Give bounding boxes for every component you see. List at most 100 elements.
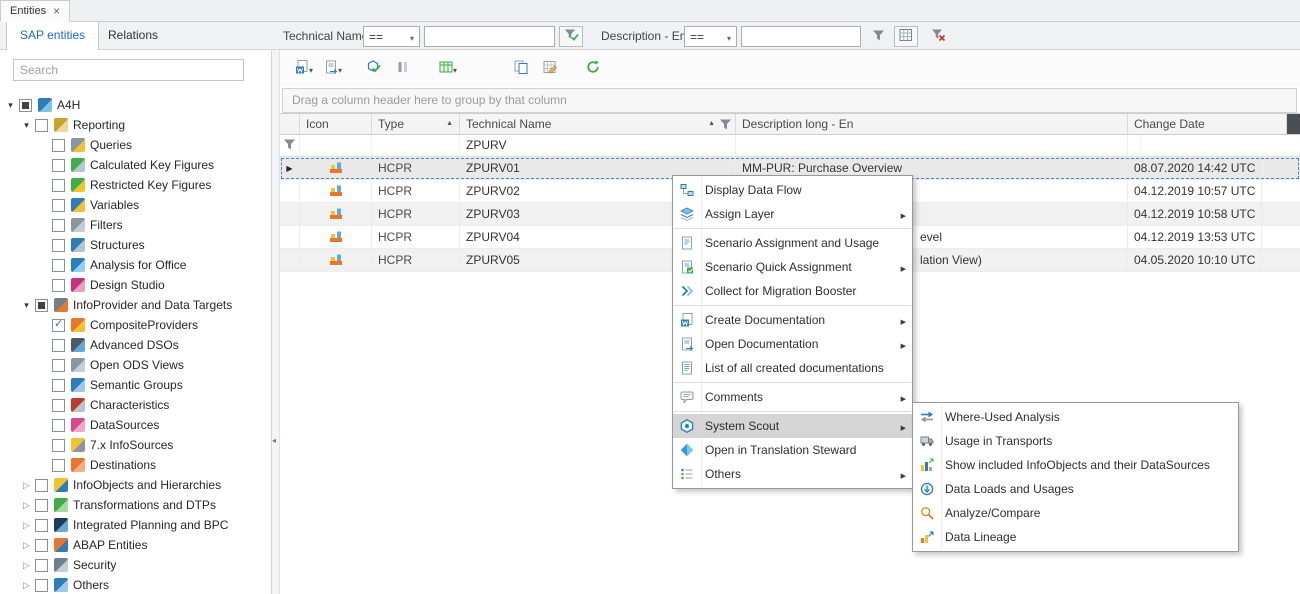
expand-collapse-icon[interactable] bbox=[20, 480, 33, 491]
checkbox[interactable] bbox=[52, 359, 65, 372]
menu-item-data-loads-and-usages[interactable]: Data Loads and Usages bbox=[913, 477, 1238, 501]
export-button[interactable] bbox=[438, 57, 464, 81]
copy-button[interactable] bbox=[513, 57, 539, 81]
tree-item-semantic-groups[interactable]: Semantic Groups bbox=[0, 375, 271, 395]
tree-item-variables[interactable]: Variables bbox=[0, 195, 271, 215]
checkbox[interactable] bbox=[52, 339, 65, 352]
tree-item-integrated-planning-and-bpc[interactable]: Integrated Planning and BPC bbox=[0, 515, 271, 535]
tree-item-queries[interactable]: Queries bbox=[0, 135, 271, 155]
tab-entities[interactable]: Entities × bbox=[0, 0, 70, 22]
column-header-type[interactable]: Type bbox=[372, 114, 460, 134]
column-header-technical-name[interactable]: Technical Name bbox=[460, 114, 736, 134]
checkbox[interactable] bbox=[52, 379, 65, 392]
apply-filter-button[interactable] bbox=[559, 26, 583, 47]
tree-item-7-x-infosources[interactable]: 7.x InfoSources bbox=[0, 435, 271, 455]
checkbox[interactable] bbox=[52, 399, 65, 412]
checkbox[interactable] bbox=[52, 219, 65, 232]
tree-item-restricted-key-figures[interactable]: Restricted Key Figures bbox=[0, 175, 271, 195]
menu-item-scenario-quick-assignment[interactable]: Scenario Quick Assignment bbox=[673, 255, 912, 279]
tree-item-datasources[interactable]: DataSources bbox=[0, 415, 271, 435]
filter-cell-description[interactable] bbox=[736, 135, 1128, 156]
menu-item-open-documentation[interactable]: Open Documentation bbox=[673, 332, 912, 356]
close-icon[interactable]: × bbox=[53, 5, 60, 17]
column-chooser-button[interactable] bbox=[1287, 114, 1300, 134]
tree-item-abap-entities[interactable]: ABAP Entities bbox=[0, 535, 271, 555]
description-operator-select[interactable]: == bbox=[684, 26, 737, 47]
checkbox[interactable] bbox=[52, 419, 65, 432]
tree-item-reporting[interactable]: Reporting bbox=[0, 115, 271, 135]
checkbox[interactable] bbox=[35, 559, 48, 572]
tree-item-transformations-and-dtps[interactable]: Transformations and DTPs bbox=[0, 495, 271, 515]
clear-filter-button[interactable] bbox=[926, 26, 950, 47]
expand-collapse-icon[interactable] bbox=[20, 300, 33, 311]
menu-item-system-scout[interactable]: System Scout bbox=[673, 414, 912, 438]
checkbox[interactable] bbox=[52, 459, 65, 472]
menu-item-data-lineage[interactable]: Data Lineage bbox=[913, 525, 1238, 549]
menu-item-open-in-translation-steward[interactable]: Open in Translation Steward bbox=[673, 438, 912, 462]
open-documentation-button[interactable] bbox=[323, 57, 349, 81]
tree-item-destinations[interactable]: Destinations bbox=[0, 455, 271, 475]
filter-cell-technical-name[interactable]: ZPURV bbox=[460, 135, 736, 156]
menu-item-list-of-all-created-documentations[interactable]: List of all created documentations bbox=[673, 356, 912, 380]
dropdown-caret-icon[interactable] bbox=[309, 62, 319, 76]
tree-item-compositeproviders[interactable]: CompositeProviders bbox=[0, 315, 271, 335]
tree-item-a4h[interactable]: A4H bbox=[0, 95, 271, 115]
tree-item-infoprovider-and-data-targets[interactable]: InfoProvider and Data Targets bbox=[0, 295, 271, 315]
expand-collapse-icon[interactable] bbox=[20, 560, 33, 571]
checkbox[interactable] bbox=[52, 259, 65, 272]
column-header-change-date[interactable]: Change Date bbox=[1128, 114, 1287, 134]
checkbox[interactable] bbox=[52, 239, 65, 252]
tree-item-characteristics[interactable]: Characteristics bbox=[0, 395, 271, 415]
column-header-description[interactable]: Description long - En bbox=[736, 114, 1128, 134]
tree-item-filters[interactable]: Filters bbox=[0, 215, 271, 235]
checkbox[interactable] bbox=[19, 99, 32, 112]
menu-item-collect-for-migration-booster[interactable]: Collect for Migration Booster bbox=[673, 279, 912, 303]
dropdown-caret-icon[interactable] bbox=[338, 62, 348, 76]
checkbox[interactable] bbox=[35, 479, 48, 492]
checkbox[interactable] bbox=[35, 499, 48, 512]
tree-item-design-studio[interactable]: Design Studio bbox=[0, 275, 271, 295]
menu-item-usage-in-transports[interactable]: Usage in Transports bbox=[913, 429, 1238, 453]
checkbox[interactable] bbox=[52, 279, 65, 292]
expand-collapse-icon[interactable] bbox=[20, 540, 33, 551]
menu-item-assign-layer[interactable]: Assign Layer bbox=[673, 202, 912, 226]
filter-cell-icon[interactable] bbox=[300, 135, 372, 156]
checkbox[interactable] bbox=[35, 119, 48, 132]
panel-splitter[interactable] bbox=[272, 50, 280, 594]
menu-item-analyze-compare[interactable]: Analyze/Compare bbox=[913, 501, 1238, 525]
tree-item-advanced-dsos[interactable]: Advanced DSOs bbox=[0, 335, 271, 355]
tree-item-calculated-key-figures[interactable]: Calculated Key Figures bbox=[0, 155, 271, 175]
tree-item-security[interactable]: Security bbox=[0, 555, 271, 575]
filter-settings-button[interactable] bbox=[894, 26, 918, 47]
checkbox[interactable] bbox=[52, 139, 65, 152]
create-documentation-button[interactable] bbox=[294, 57, 320, 81]
expand-collapse-icon[interactable] bbox=[4, 100, 17, 111]
checkbox[interactable] bbox=[52, 159, 65, 172]
checkbox[interactable] bbox=[52, 439, 65, 452]
expand-collapse-icon[interactable] bbox=[20, 120, 33, 131]
menu-item-show-included-infoobjects-and-their-datasources[interactable]: Show included InfoObjects and their Data… bbox=[913, 453, 1238, 477]
dropdown-caret-icon[interactable] bbox=[453, 62, 463, 76]
menu-item-display-data-flow[interactable]: Display Data Flow bbox=[673, 178, 912, 202]
scout-assignments-button[interactable] bbox=[366, 57, 392, 81]
tree-item-others[interactable]: Others bbox=[0, 575, 271, 594]
column-filter-funnel-icon[interactable] bbox=[719, 118, 732, 134]
description-filter-input[interactable] bbox=[741, 26, 861, 47]
filter-button[interactable] bbox=[866, 26, 890, 47]
tree-item-open-ods-views[interactable]: Open ODS Views bbox=[0, 355, 271, 375]
checkbox[interactable] bbox=[35, 539, 48, 552]
technical-name-operator-select[interactable]: == bbox=[363, 26, 420, 47]
tab-relations[interactable]: Relations bbox=[96, 22, 170, 50]
checkbox[interactable] bbox=[35, 579, 48, 592]
expand-collapse-icon[interactable] bbox=[20, 500, 33, 511]
menu-item-create-documentation[interactable]: Create Documentation bbox=[673, 308, 912, 332]
checkbox[interactable] bbox=[35, 519, 48, 532]
expand-collapse-icon[interactable] bbox=[20, 520, 33, 531]
tab-sap-entities[interactable]: SAP entities bbox=[6, 22, 99, 50]
expand-collapse-icon[interactable] bbox=[20, 580, 33, 591]
display-options-button[interactable] bbox=[395, 57, 421, 81]
checkbox[interactable] bbox=[52, 319, 65, 332]
tree-item-structures[interactable]: Structures bbox=[0, 235, 271, 255]
grid-settings-button[interactable] bbox=[542, 57, 568, 81]
filter-cell-type[interactable] bbox=[372, 135, 460, 156]
